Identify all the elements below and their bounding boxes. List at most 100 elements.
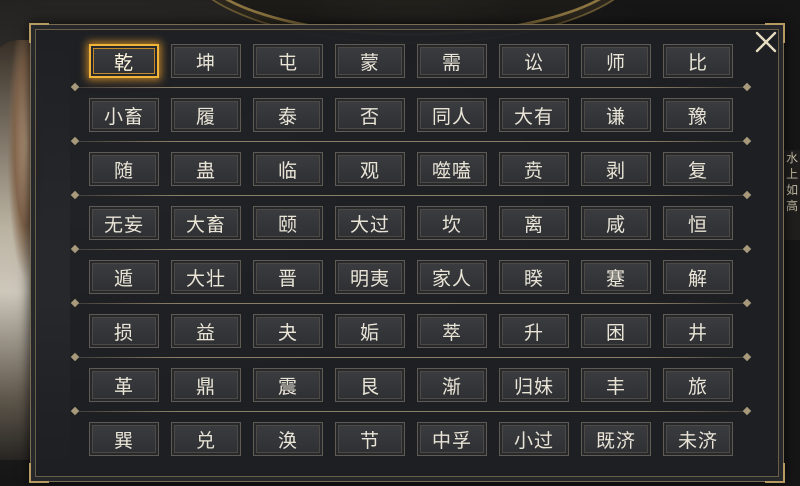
hexagram-button[interactable]: 艮 bbox=[335, 368, 405, 402]
hexagram-button[interactable]: 比 bbox=[663, 44, 733, 78]
divider-ornament bbox=[742, 82, 752, 92]
divider-ornament bbox=[70, 352, 80, 362]
hexagram-grid: 乾坤屯蒙需讼师比小畜履泰否同人 大有谦豫随蛊临观噬嗑贲剥复无妄 大畜颐大过坎离咸恒遁… bbox=[70, 44, 752, 456]
hexagram-button[interactable]: 大过 bbox=[335, 206, 405, 240]
hexagram-button[interactable]: 家人 bbox=[417, 260, 487, 294]
frame-corner bbox=[765, 463, 785, 483]
divider-ornament bbox=[70, 244, 80, 254]
hexagram-button[interactable]: 离 bbox=[499, 206, 569, 240]
hexagram-button[interactable]: 小畜 bbox=[89, 98, 159, 132]
hexagram-row: 小畜履泰否同人 大有谦豫 bbox=[89, 98, 733, 132]
hexagram-button[interactable]: 蛊 bbox=[171, 152, 241, 186]
frame-corner bbox=[29, 23, 49, 43]
hexagram-button[interactable]: 旅 bbox=[663, 368, 733, 402]
hexagram-button[interactable]: 履 bbox=[171, 98, 241, 132]
hexagram-button[interactable]: 既济 bbox=[581, 422, 651, 456]
hexagram-button[interactable]: 师 bbox=[581, 44, 651, 78]
row-divider bbox=[70, 132, 752, 152]
hexagram-button[interactable]: 大畜 bbox=[171, 206, 241, 240]
divider-ornament bbox=[70, 136, 80, 146]
hexagram-button[interactable]: 豫 bbox=[663, 98, 733, 132]
hexagram-row: 巽兑涣节中孚 小过 既济 未济 bbox=[89, 422, 733, 456]
hexagram-button[interactable]: 革 bbox=[89, 368, 159, 402]
hexagram-button[interactable]: 蹇 bbox=[581, 260, 651, 294]
hexagram-button[interactable]: 姤 bbox=[335, 314, 405, 348]
hexagram-button[interactable]: 损 bbox=[89, 314, 159, 348]
hexagram-button[interactable]: 复 bbox=[663, 152, 733, 186]
hexagram-button[interactable]: 贲 bbox=[499, 152, 569, 186]
hexagram-button[interactable]: 颐 bbox=[253, 206, 323, 240]
frame-corner bbox=[29, 463, 49, 483]
hexagram-button[interactable]: 泰 bbox=[253, 98, 323, 132]
hexagram-button[interactable]: 晋 bbox=[253, 260, 323, 294]
game-scene: 水上如高 乾坤屯蒙需讼师比小畜履泰否同人 大有谦豫随蛊临观噬嗑贲剥复无妄 大畜颐大过… bbox=[0, 0, 800, 486]
divider-ornament bbox=[742, 406, 752, 416]
hexagram-button[interactable]: 坎 bbox=[417, 206, 487, 240]
hexagram-button[interactable]: 大有 bbox=[499, 98, 569, 132]
side-panel-text: 水上如高 bbox=[783, 150, 800, 240]
hexagram-button[interactable]: 井 bbox=[663, 314, 733, 348]
hexagram-row: 损益夬姤萃升困井 bbox=[89, 314, 733, 348]
divider-ornament bbox=[742, 136, 752, 146]
divider-ornament bbox=[742, 352, 752, 362]
hexagram-button[interactable]: 鼎 bbox=[171, 368, 241, 402]
hexagram-button[interactable]: 归妹 bbox=[499, 368, 569, 402]
row-divider bbox=[70, 186, 752, 206]
hexagram-button[interactable]: 益 bbox=[171, 314, 241, 348]
hexagram-button[interactable]: 巽 bbox=[89, 422, 159, 456]
hexagram-button[interactable]: 丰 bbox=[581, 368, 651, 402]
divider-ornament bbox=[70, 82, 80, 92]
hexagram-button[interactable]: 讼 bbox=[499, 44, 569, 78]
hexagram-button[interactable]: 乾 bbox=[89, 44, 159, 78]
close-button[interactable] bbox=[753, 29, 779, 55]
hexagram-row: 无妄 大畜颐大过坎离咸恒 bbox=[89, 206, 733, 240]
hexagram-button[interactable]: 蒙 bbox=[335, 44, 405, 78]
hexagram-button[interactable]: 噬嗑 bbox=[417, 152, 487, 186]
hexagram-button[interactable]: 升 bbox=[499, 314, 569, 348]
hexagram-button[interactable]: 咸 bbox=[581, 206, 651, 240]
hexagram-button[interactable]: 涣 bbox=[253, 422, 323, 456]
hexagram-button[interactable]: 睽 bbox=[499, 260, 569, 294]
hexagram-button[interactable]: 小过 bbox=[499, 422, 569, 456]
row-divider bbox=[70, 402, 752, 422]
hexagram-button[interactable]: 坤 bbox=[171, 44, 241, 78]
row-divider bbox=[70, 240, 752, 260]
divider-ornament bbox=[742, 298, 752, 308]
hexagram-button[interactable]: 屯 bbox=[253, 44, 323, 78]
hexagram-button[interactable]: 中孚 bbox=[417, 422, 487, 456]
hexagram-row: 随蛊临观噬嗑贲剥复 bbox=[89, 152, 733, 186]
divider-ornament bbox=[70, 298, 80, 308]
hexagram-button[interactable]: 兑 bbox=[171, 422, 241, 456]
hexagram-selection-dialog: 乾坤屯蒙需讼师比小畜履泰否同人 大有谦豫随蛊临观噬嗑贲剥复无妄 大畜颐大过坎离咸恒遁… bbox=[29, 23, 785, 483]
close-x-icon bbox=[755, 31, 777, 53]
hexagram-button[interactable]: 否 bbox=[335, 98, 405, 132]
hexagram-button[interactable]: 大壮 bbox=[171, 260, 241, 294]
hexagram-row: 遁大壮晋明夷 家人睽蹇解 bbox=[89, 260, 733, 294]
hexagram-button[interactable]: 剥 bbox=[581, 152, 651, 186]
row-divider bbox=[70, 294, 752, 314]
hexagram-button[interactable]: 渐 bbox=[417, 368, 487, 402]
hexagram-button[interactable]: 困 bbox=[581, 314, 651, 348]
divider-ornament bbox=[70, 406, 80, 416]
hexagram-button[interactable]: 萃 bbox=[417, 314, 487, 348]
hexagram-button[interactable]: 观 bbox=[335, 152, 405, 186]
hexagram-button[interactable]: 无妄 bbox=[89, 206, 159, 240]
hexagram-button[interactable]: 遁 bbox=[89, 260, 159, 294]
hexagram-button[interactable]: 未济 bbox=[663, 422, 733, 456]
hexagram-button[interactable]: 谦 bbox=[581, 98, 651, 132]
hexagram-button[interactable]: 恒 bbox=[663, 206, 733, 240]
hexagram-button[interactable]: 节 bbox=[335, 422, 405, 456]
hexagram-button[interactable]: 解 bbox=[663, 260, 733, 294]
hexagram-button[interactable]: 随 bbox=[89, 152, 159, 186]
hexagram-row: 乾坤屯蒙需讼师比 bbox=[89, 44, 733, 78]
hexagram-button[interactable]: 临 bbox=[253, 152, 323, 186]
hexagram-button[interactable]: 明夷 bbox=[335, 260, 405, 294]
row-divider bbox=[70, 348, 752, 368]
divider-ornament bbox=[742, 190, 752, 200]
hexagram-button[interactable]: 同人 bbox=[417, 98, 487, 132]
hexagram-button[interactable]: 需 bbox=[417, 44, 487, 78]
row-divider bbox=[70, 78, 752, 98]
hexagram-button[interactable]: 震 bbox=[253, 368, 323, 402]
hexagram-row: 革鼎震艮渐归妹丰旅 bbox=[89, 368, 733, 402]
hexagram-button[interactable]: 夬 bbox=[253, 314, 323, 348]
